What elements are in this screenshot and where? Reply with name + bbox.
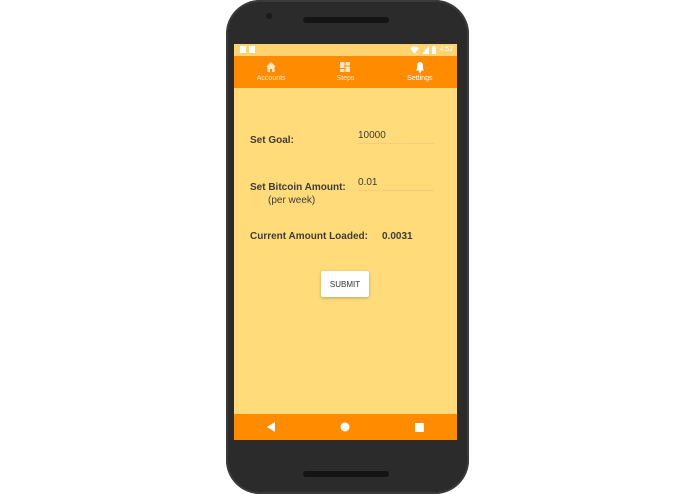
tab-accounts[interactable]: Accounts bbox=[234, 56, 308, 88]
recents-button[interactable] bbox=[413, 420, 427, 434]
back-triangle-icon bbox=[266, 422, 275, 432]
recents-square-icon bbox=[415, 422, 425, 432]
bitcoin-amount-label: Set Bitcoin Amount: bbox=[250, 182, 346, 193]
top-speaker bbox=[303, 17, 389, 23]
tab-label: Settings bbox=[407, 75, 433, 82]
status-time: 4:52 bbox=[439, 46, 453, 53]
home-circle-icon bbox=[340, 422, 350, 432]
settings-form: Set Goal: Set Bitcoin Amount: (per week)… bbox=[234, 88, 457, 414]
sd-card-icon bbox=[249, 46, 255, 53]
tab-settings[interactable]: Settings bbox=[383, 56, 457, 88]
submit-button[interactable]: SUBMIT bbox=[321, 271, 369, 297]
wifi-icon bbox=[410, 46, 420, 54]
status-bar: 4:52 bbox=[234, 44, 457, 56]
dashboard-icon bbox=[340, 62, 351, 72]
notification-icon bbox=[240, 46, 246, 53]
android-nav-bar bbox=[234, 414, 457, 440]
home-icon bbox=[266, 62, 277, 72]
tab-steps[interactable]: Steps bbox=[308, 56, 382, 88]
notification-icons bbox=[240, 46, 255, 53]
home-button[interactable] bbox=[338, 420, 352, 434]
tab-label: Accounts bbox=[256, 75, 286, 82]
system-icons: 4:52 bbox=[410, 45, 453, 54]
app-screen: 4:52 Accounts Steps Settings Set Goal: 1… bbox=[234, 44, 457, 440]
signal-icon bbox=[422, 45, 430, 54]
bottom-speaker bbox=[303, 471, 389, 477]
back-button[interactable] bbox=[264, 420, 278, 434]
current-amount-value: 0.0031 bbox=[382, 231, 413, 242]
goal-input[interactable] bbox=[358, 128, 434, 144]
tab-label: Steps bbox=[336, 75, 355, 82]
camera-icon bbox=[266, 13, 272, 19]
current-amount-label: Current Amount Loaded: bbox=[250, 231, 368, 242]
bitcoin-amount-input[interactable] bbox=[358, 175, 434, 191]
bell-icon bbox=[415, 62, 425, 73]
battery-icon bbox=[432, 45, 437, 54]
goal-label: Set Goal: bbox=[250, 135, 294, 146]
per-week-label: (per week) bbox=[268, 195, 316, 206]
tab-bar: Accounts Steps Settings bbox=[234, 56, 457, 88]
